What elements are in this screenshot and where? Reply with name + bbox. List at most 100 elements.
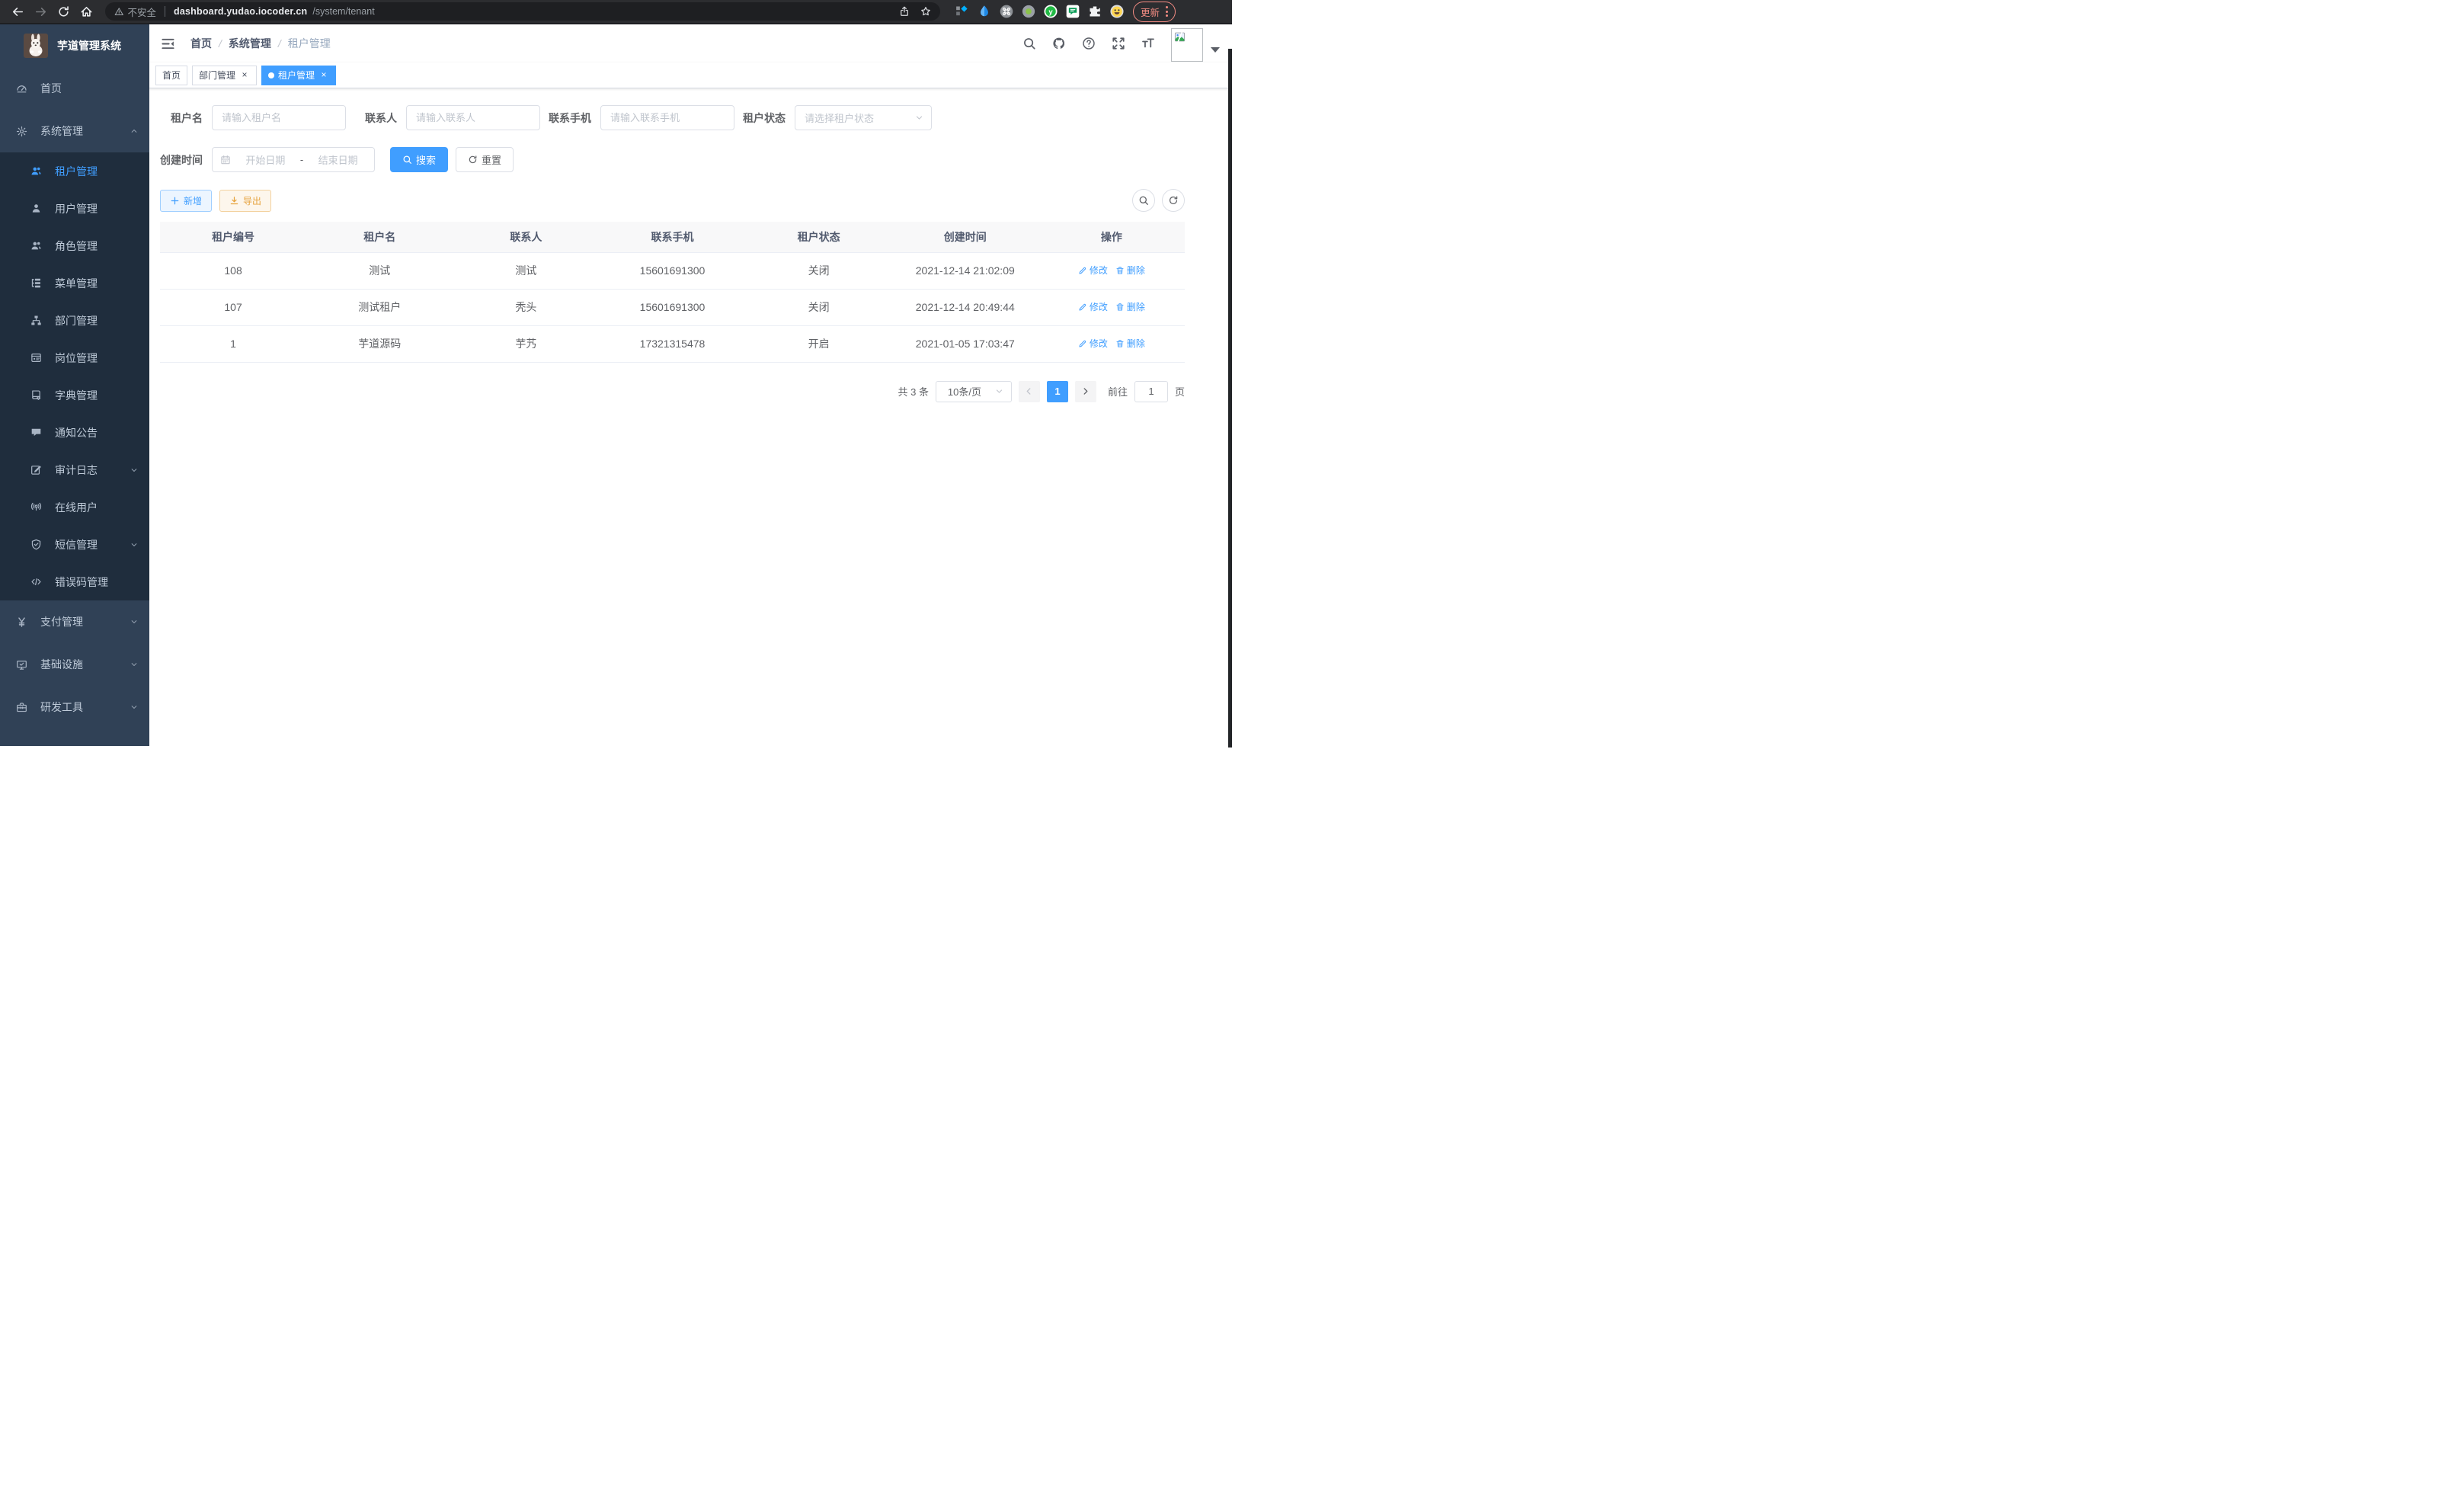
forward-icon xyxy=(34,5,47,18)
refresh-icon xyxy=(1168,195,1179,206)
sidebar-item[interactable]: 短信管理 xyxy=(0,526,149,563)
sidebar-item[interactable]: 审计日志 xyxy=(0,451,149,488)
column-header: 租户状态 xyxy=(746,222,892,252)
browser-forward-button[interactable] xyxy=(30,2,50,21)
extension-record-icon[interactable] xyxy=(1022,5,1035,18)
delete-label: 删除 xyxy=(1127,337,1145,350)
goto-label: 前往 xyxy=(1108,384,1128,399)
sidebar-item[interactable]: 研发工具 xyxy=(0,686,149,728)
user-avatar-menu[interactable] xyxy=(1171,25,1220,62)
edit-link[interactable]: 修改 xyxy=(1078,300,1108,313)
profile-avatar-icon[interactable] xyxy=(1110,5,1124,18)
sidebar-item[interactable]: 字典管理 xyxy=(0,376,149,414)
font-size-icon[interactable] xyxy=(1141,37,1155,50)
sidebar-item[interactable]: 用户管理 xyxy=(0,190,149,227)
prev-page-button[interactable] xyxy=(1019,381,1040,402)
table-header-row: 租户编号租户名联系人联系手机租户状态创建时间操作 xyxy=(160,222,1185,252)
filter-row-2: 创建时间 开始日期 - 结束日期 搜索 重置 xyxy=(160,147,1185,172)
edit-link[interactable]: 修改 xyxy=(1078,264,1108,277)
contact-input[interactable] xyxy=(407,106,539,130)
sidebar-item[interactable]: 岗位管理 xyxy=(0,339,149,376)
sidebar-collapse-icon[interactable] xyxy=(157,37,179,51)
table-toolbar: 新增 导出 xyxy=(160,189,1185,212)
tab-page[interactable]: 租户管理 xyxy=(261,66,336,85)
tenant-name-input[interactable] xyxy=(213,106,345,130)
extension-kite-icon[interactable] xyxy=(978,5,991,18)
status-select[interactable]: 请选择租户状态 xyxy=(795,105,932,130)
cell-contact: 测试 xyxy=(453,252,599,289)
refresh-table-button[interactable] xyxy=(1162,189,1185,212)
page-size-select[interactable]: 10条/页 xyxy=(936,381,1012,402)
search-button[interactable]: 搜索 xyxy=(390,147,448,172)
browser-home-button[interactable] xyxy=(76,2,96,21)
sidebar-item[interactable]: 租户管理 xyxy=(0,152,149,190)
bookmark-star-icon[interactable] xyxy=(920,6,931,17)
sidebar-item[interactable]: 错误码管理 xyxy=(0,563,149,600)
extension-y-logo-icon[interactable]: y xyxy=(1044,5,1058,18)
extension-command-icon[interactable] xyxy=(1000,5,1013,18)
tab-page[interactable]: 部门管理 xyxy=(192,66,257,85)
tab-home[interactable]: 首页 xyxy=(155,66,187,85)
extension-chat-icon[interactable] xyxy=(1066,5,1080,18)
github-icon[interactable] xyxy=(1052,37,1066,50)
sidebar-item[interactable]: 系统管理 xyxy=(0,110,149,152)
sidebar-item[interactable]: 在线用户 xyxy=(0,488,149,526)
date-range-picker[interactable]: 开始日期 - 结束日期 xyxy=(212,147,375,172)
chevdown-icon xyxy=(130,617,139,626)
column-header: 租户名 xyxy=(306,222,453,252)
filter-status: 租户状态 请选择租户状态 xyxy=(743,105,932,130)
close-icon[interactable] xyxy=(318,70,329,81)
code-icon xyxy=(30,576,42,587)
chevdown-icon xyxy=(130,540,139,549)
refresh-icon xyxy=(468,155,478,165)
page-1-button[interactable]: 1 xyxy=(1047,381,1068,402)
extension-tiles-icon[interactable] xyxy=(955,5,969,18)
mobile-input[interactable] xyxy=(601,106,734,130)
delete-link[interactable]: 删除 xyxy=(1115,300,1145,313)
date-separator: - xyxy=(300,154,303,165)
help-icon[interactable] xyxy=(1082,37,1096,50)
delete-label: 删除 xyxy=(1127,300,1145,313)
chrome-update-button[interactable]: 更新 xyxy=(1133,2,1176,22)
column-header: 联系手机 xyxy=(599,222,745,252)
edit-link[interactable]: 修改 xyxy=(1078,337,1108,350)
delete-link[interactable]: 删除 xyxy=(1115,264,1145,277)
sidebar-item[interactable]: 基础设施 xyxy=(0,643,149,686)
cell-contact: 芋艿 xyxy=(453,325,599,362)
reload-icon xyxy=(57,5,70,18)
share-icon[interactable] xyxy=(899,6,910,17)
sidebar-item[interactable]: 首页 xyxy=(0,67,149,110)
navbar-actions xyxy=(1022,25,1220,62)
cell-status: 开启 xyxy=(746,325,892,362)
breadcrumb-home[interactable]: 首页 xyxy=(190,36,212,51)
browser-menu-icon[interactable] xyxy=(1166,6,1168,17)
delete-link[interactable]: 删除 xyxy=(1115,337,1145,350)
address-bar[interactable]: 不安全 dashboard.yudao.iocoder.cn/system/te… xyxy=(105,2,940,21)
browser-reload-button[interactable] xyxy=(53,2,73,21)
goto-page-input[interactable] xyxy=(1134,381,1168,402)
header-search-icon[interactable] xyxy=(1022,37,1036,50)
add-button[interactable]: 新增 xyxy=(160,190,212,212)
avatar-caret-icon xyxy=(1211,47,1220,53)
reset-button[interactable]: 重置 xyxy=(456,147,514,172)
sidebar-item[interactable]: 支付管理 xyxy=(0,600,149,643)
extensions-puzzle-icon[interactable] xyxy=(1088,5,1102,18)
app-logo-row[interactable]: 芋道管理系统 xyxy=(0,24,149,67)
fullscreen-icon[interactable] xyxy=(1112,37,1125,50)
sidebar-item[interactable]: 部门管理 xyxy=(0,302,149,339)
next-page-button[interactable] xyxy=(1075,381,1096,402)
security-indicator[interactable]: 不安全 xyxy=(114,5,156,19)
sidebar-item[interactable]: 角色管理 xyxy=(0,227,149,264)
export-button[interactable]: 导出 xyxy=(219,190,271,212)
cell-contact: 秃头 xyxy=(453,289,599,325)
top-navbar: 首页 / 系统管理 / 租户管理 xyxy=(149,24,1232,62)
sidebar-item[interactable]: 通知公告 xyxy=(0,414,149,451)
calendar-icon xyxy=(220,155,231,165)
sidebar-item-label: 角色管理 xyxy=(55,238,98,254)
browser-back-button[interactable] xyxy=(8,2,27,21)
breadcrumb-system[interactable]: 系统管理 xyxy=(229,36,271,51)
column-header: 租户编号 xyxy=(160,222,306,252)
sidebar-item[interactable]: 菜单管理 xyxy=(0,264,149,302)
toggle-search-button[interactable] xyxy=(1132,189,1155,212)
close-icon[interactable] xyxy=(239,70,250,81)
